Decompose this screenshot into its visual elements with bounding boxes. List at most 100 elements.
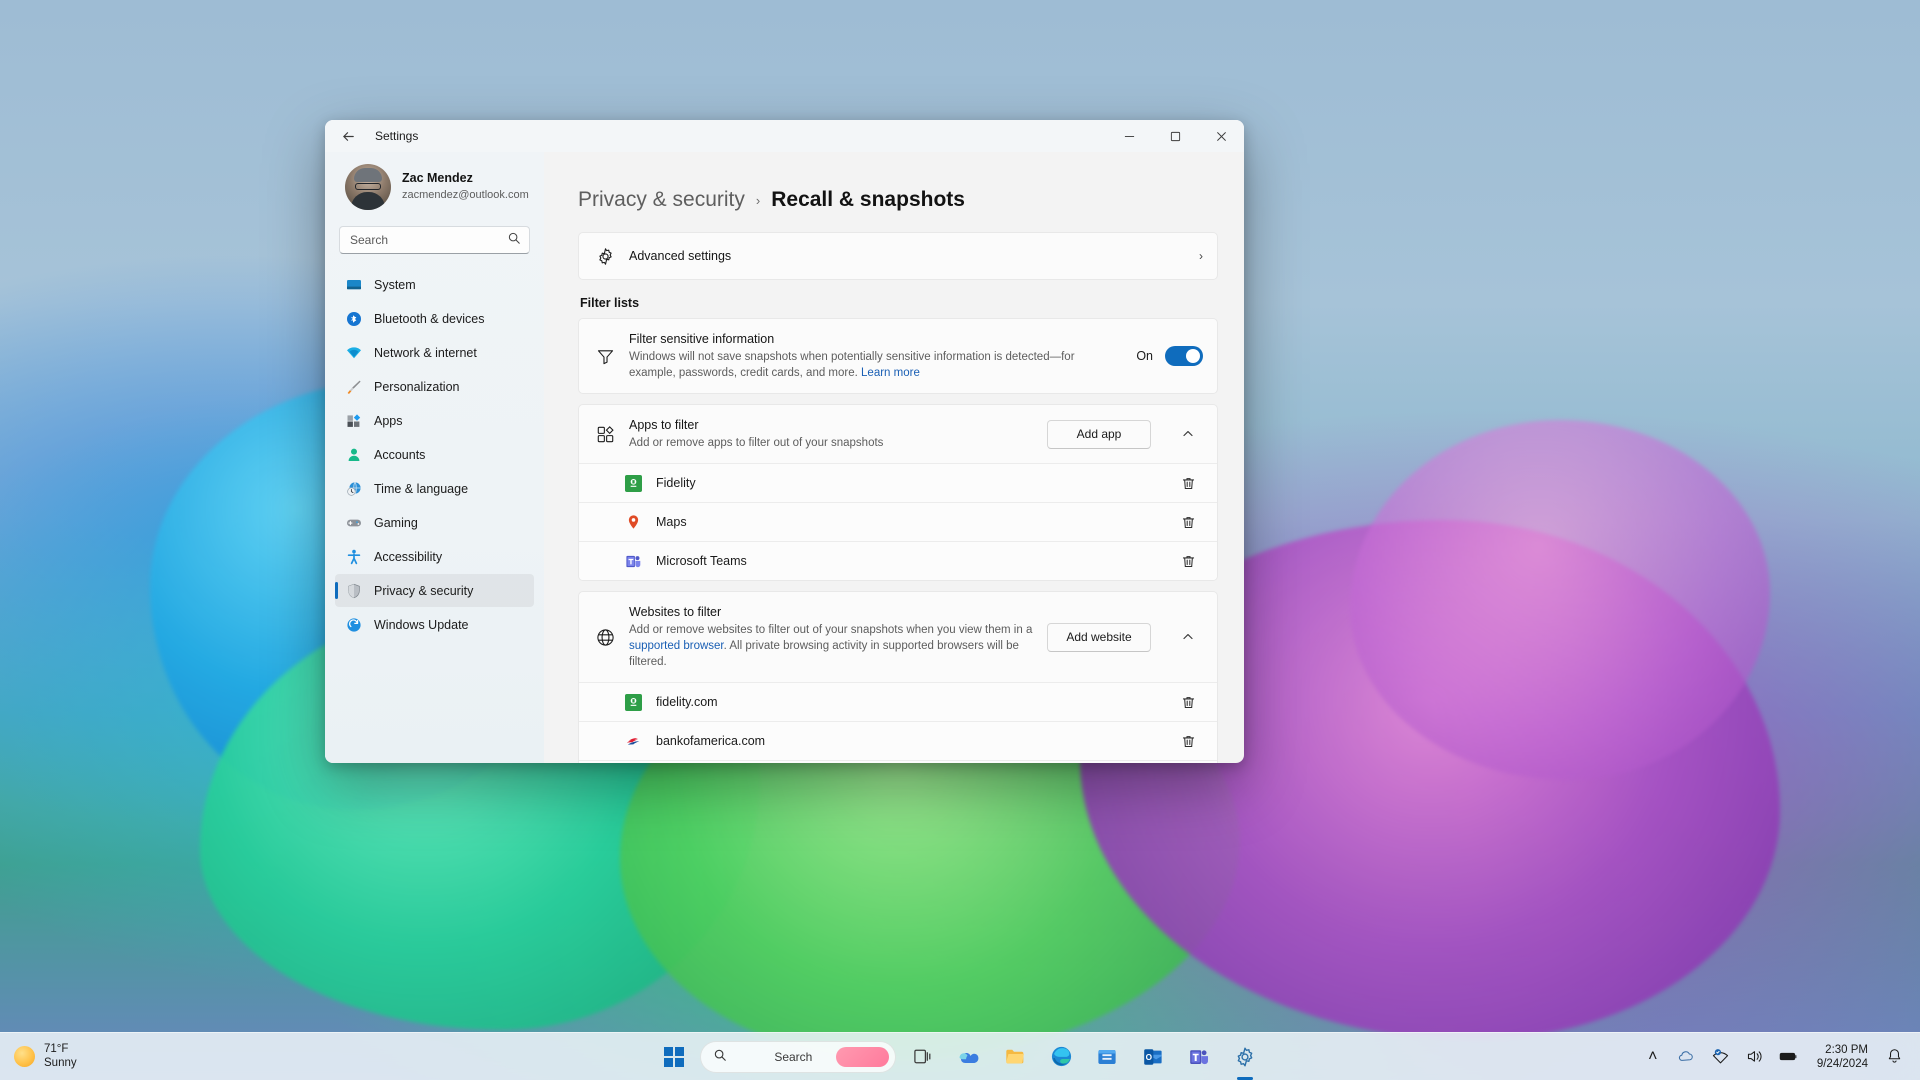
supported-browser-link[interactable]: supported browser [629, 640, 724, 652]
microsoft-store-icon[interactable] [1088, 1038, 1126, 1076]
delete-icon[interactable] [1173, 689, 1203, 715]
clock-globe-icon [345, 480, 362, 497]
filter-sensitive-card: Filter sensitive information Windows wil… [578, 318, 1218, 394]
apps-to-filter-description: Add or remove apps to filter out of your… [629, 435, 1033, 451]
chevron-right-icon: › [1193, 249, 1203, 263]
sidebar-item-label: Apps [374, 414, 403, 428]
back-arrow-icon[interactable] [333, 123, 363, 149]
filter-sensitive-toggle-group[interactable]: On [1136, 346, 1203, 366]
filter-sensitive-row: Filter sensitive information Windows wil… [579, 319, 1217, 393]
list-item[interactable]: Maps [579, 502, 1217, 541]
volume-icon[interactable] [1743, 1045, 1767, 1069]
sidebar-item-label: Privacy & security [374, 584, 473, 598]
filter-sensitive-title: Filter sensitive information [629, 331, 1122, 348]
list-item[interactable]: Microsoft Teams [579, 541, 1217, 580]
account-name: Zac Mendez [402, 171, 529, 186]
apps-to-filter-title: Apps to filter [629, 417, 1033, 434]
maximize-button[interactable] [1152, 120, 1198, 152]
search-input[interactable] [350, 233, 507, 247]
add-app-button[interactable]: Add app [1047, 420, 1151, 449]
sidebar-item-time-language[interactable]: Time & language [335, 472, 534, 505]
list-item[interactable]: bankofamerica.com [579, 721, 1217, 760]
battery-icon[interactable] [1777, 1045, 1801, 1069]
list-item-label: Microsoft Teams [656, 554, 1159, 568]
taskbar-clock[interactable]: 2:30 PM 9/24/2024 [1811, 1043, 1872, 1071]
list-item-label: Maps [656, 515, 1159, 529]
task-view-icon[interactable] [904, 1038, 942, 1076]
list-item-label: fidelity.com [656, 695, 1159, 709]
edge-icon[interactable] [1042, 1038, 1080, 1076]
system-tray: ˄ 2:30 PM 9/24/2024 [1641, 1033, 1920, 1081]
page-title: Recall & snapshots [771, 188, 965, 212]
bell-icon[interactable] [1882, 1045, 1906, 1069]
sidebar-item-windows-update[interactable]: Windows Update [335, 608, 534, 641]
outlook-icon[interactable]: O [1134, 1038, 1172, 1076]
sidebar-item-personalization[interactable]: Personalization [335, 370, 534, 403]
delete-icon[interactable] [1173, 728, 1203, 754]
sidebar-item-accounts[interactable]: Accounts [335, 438, 534, 471]
weather-condition: Sunny [44, 1056, 77, 1070]
clock-date: 9/24/2024 [1817, 1057, 1868, 1071]
apps-to-filter-header[interactable]: Apps to filter Add or remove apps to fil… [579, 405, 1217, 463]
taskbar: 71°F Sunny Search [0, 1032, 1920, 1080]
weather-widget[interactable]: 71°F Sunny [0, 1043, 240, 1070]
security-network-icon[interactable] [1709, 1045, 1733, 1069]
chevron-up-icon[interactable]: ˄ [1641, 1045, 1665, 1069]
add-website-button[interactable]: Add website [1047, 623, 1151, 652]
onedrive-icon[interactable] [1675, 1045, 1699, 1069]
sidebar-item-label: Accessibility [374, 550, 442, 564]
minimize-button[interactable] [1106, 120, 1152, 152]
advanced-settings-card[interactable]: Advanced settings › [578, 232, 1218, 280]
start-button[interactable] [656, 1039, 692, 1075]
file-explorer-icon[interactable] [996, 1038, 1034, 1076]
sidebar-item-apps[interactable]: Apps [335, 404, 534, 437]
settings-icon[interactable] [1226, 1038, 1264, 1076]
breadcrumb-parent[interactable]: Privacy & security [578, 188, 745, 212]
svg-text:O: O [1146, 1053, 1153, 1062]
learn-more-link[interactable]: Learn more [861, 367, 920, 379]
list-item[interactable]: tiktok.com [579, 760, 1217, 763]
delete-icon[interactable] [1173, 470, 1203, 496]
monitor-icon [345, 276, 362, 293]
sidebar-item-accessibility[interactable]: Accessibility [335, 540, 534, 573]
search-highlight-pill [836, 1047, 889, 1067]
sidebar-item-label: System [374, 278, 416, 292]
teams-icon[interactable] [1180, 1038, 1218, 1076]
avatar [345, 164, 391, 210]
search-box[interactable] [339, 226, 530, 254]
sidebar-item-network-internet[interactable]: Network & internet [335, 336, 534, 369]
sidebar-item-privacy-security[interactable]: Privacy & security [335, 574, 534, 607]
websites-to-filter-title: Websites to filter [629, 604, 1033, 621]
wallpaper-shape-magenta [1350, 420, 1770, 780]
main-content: Privacy & security › Recall & snapshots … [544, 152, 1244, 763]
breadcrumb-separator-icon: › [756, 193, 760, 208]
wifi-icon [345, 344, 362, 361]
delete-icon[interactable] [1173, 509, 1203, 535]
maps-pin-icon [625, 514, 642, 531]
breadcrumb: Privacy & security › Recall & snapshots [578, 152, 1218, 232]
weather-temperature: 71°F [44, 1043, 77, 1056]
copilot-icon[interactable] [950, 1038, 988, 1076]
list-item[interactable]: fidelity.com [579, 682, 1217, 721]
list-item[interactable]: Fidelity [579, 463, 1217, 502]
filter-sensitive-toggle[interactable] [1165, 346, 1203, 366]
close-button[interactable] [1198, 120, 1244, 152]
websites-to-filter-card: Websites to filter Add or remove website… [578, 591, 1218, 763]
sidebar-item-bluetooth-devices[interactable]: Bluetooth & devices [335, 302, 534, 335]
clock-time: 2:30 PM [1817, 1043, 1868, 1057]
filter-lists-heading: Filter lists [580, 296, 1218, 310]
taskbar-search[interactable]: Search [700, 1041, 896, 1073]
bluetooth-icon [345, 310, 362, 327]
shield-icon [345, 582, 362, 599]
websites-to-filter-header[interactable]: Websites to filter Add or remove website… [579, 592, 1217, 682]
advanced-settings-label: Advanced settings [629, 248, 1179, 265]
apps-to-filter-expander-icon[interactable] [1173, 420, 1203, 449]
advanced-settings-row[interactable]: Advanced settings › [579, 233, 1217, 279]
delete-icon[interactable] [1173, 548, 1203, 574]
account-summary[interactable]: Zac Mendez zacmendez@outlook.com [335, 152, 534, 220]
list-item-label: bankofamerica.com [656, 734, 1159, 748]
accessibility-icon [345, 548, 362, 565]
sidebar-item-system[interactable]: System [335, 268, 534, 301]
sidebar-item-gaming[interactable]: Gaming [335, 506, 534, 539]
websites-to-filter-expander-icon[interactable] [1173, 623, 1203, 652]
